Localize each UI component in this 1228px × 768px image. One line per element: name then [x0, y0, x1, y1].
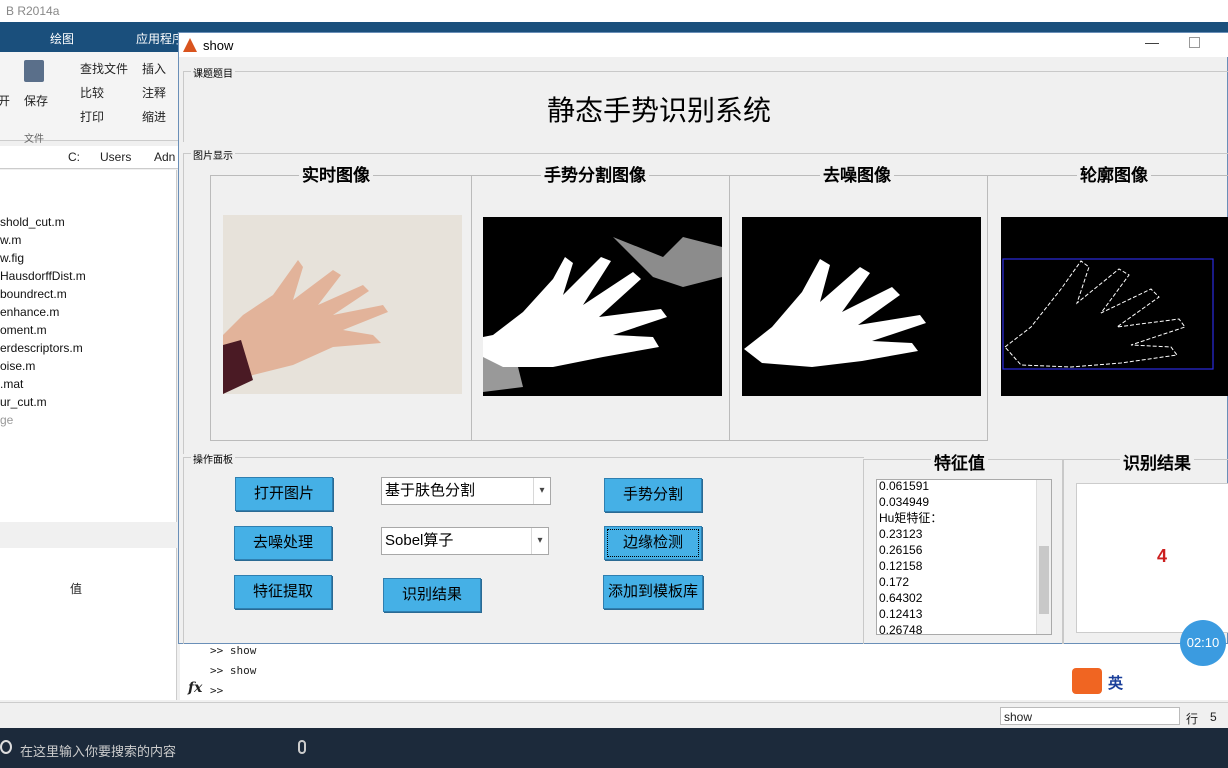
feature-value: Hu矩特征： — [879, 511, 943, 525]
insert-button[interactable]: 插入 — [142, 60, 166, 77]
features-header: 特征值 — [931, 449, 988, 474]
windows-taskbar: 在这里输入你要搜索的内容 — [0, 728, 1228, 768]
maximize-icon[interactable] — [1189, 37, 1200, 48]
file-list-item[interactable]: shold_cut.m — [0, 215, 65, 229]
file-list-item[interactable]: enhance.m — [0, 305, 59, 319]
features-listbox[interactable]: 0.061591 0.034949 Hu矩特征： 0.23123 0.26156 0.12… — [876, 479, 1052, 635]
status-bar: show 行 5 — [0, 702, 1228, 729]
app-title: 静态手势识别系统 — [546, 94, 771, 127]
denoise-button[interactable]: 去噪处理 — [234, 526, 332, 560]
sogou-ime-icon[interactable] — [1072, 668, 1102, 694]
open-button[interactable]: 开 — [0, 92, 10, 109]
current-folder-panel: shold_cut.m w.m w.fig HausdorffDist.m boundr… — [0, 170, 177, 522]
feature-value: 0.172 — [879, 575, 910, 589]
segmented-hand-image — [483, 217, 722, 396]
path-segment[interactable]: C: — [68, 150, 80, 164]
ribbon: 开 保存 查找文件 比较 打印 插入 注释 缩进 文件 — [0, 52, 180, 145]
segmentation-method-select[interactable]: 基于肤色分割 ▾ — [381, 477, 551, 505]
feature-value: 0.061591 — [879, 479, 930, 493]
feature-value: 0.26156 — [879, 543, 923, 557]
search-icon — [0, 740, 12, 754]
file-list-item[interactable]: ge — [0, 413, 13, 427]
path-bar[interactable]: C: Users Adn — [0, 146, 180, 169]
chevron-down-icon: ▾ — [531, 528, 548, 554]
title-group-label: 课题题目 — [191, 65, 235, 80]
workspace-value-header: 值 — [70, 582, 83, 596]
file-list-item[interactable]: HausdorffDist.m — [0, 269, 86, 283]
save-button[interactable]: 保存 — [24, 92, 48, 109]
contour-image-header: 轮廓图像 — [1077, 161, 1151, 186]
file-list-item[interactable]: erdescriptors.m — [0, 341, 83, 355]
indent-button[interactable]: 缩进 — [142, 108, 166, 125]
file-group-label: 文件 — [24, 134, 44, 145]
comment-button[interactable]: 注释 — [142, 84, 166, 101]
gesture-segment-button[interactable]: 手势分割 — [604, 478, 702, 512]
matlab-logo-icon — [183, 38, 197, 52]
chevron-down-icon: ▾ — [533, 478, 550, 504]
realtime-hand-image — [223, 215, 462, 394]
command-history-line: >> show — [210, 644, 257, 657]
result-header: 识别结果 — [1120, 449, 1194, 474]
denoised-hand-image — [742, 217, 981, 396]
denoised-image-header: 去噪图像 — [820, 161, 894, 186]
tab-apps[interactable]: 应用程序 — [136, 30, 184, 47]
figure-title-bar: show — — [179, 33, 1228, 57]
matlab-title: B R2014a — [6, 4, 60, 18]
taskbar-search-input[interactable]: 在这里输入你要搜索的内容 — [20, 741, 176, 760]
realtime-image-header: 实时图像 — [299, 161, 373, 186]
status-row-label: 行 — [1186, 712, 1199, 726]
ime-language-label[interactable]: 英 — [1108, 672, 1123, 693]
edge-operator-select[interactable]: Sobel算子 ▾ — [381, 527, 549, 555]
recognize-result-button[interactable]: 识别结果 — [383, 578, 481, 612]
feature-value: 0.26748 — [879, 623, 923, 635]
file-list-item[interactable]: ur_cut.m — [0, 395, 47, 409]
edge-detect-button[interactable]: 边缘检测 — [604, 526, 702, 560]
file-list-item[interactable]: oise.m — [0, 359, 35, 373]
command-prompt[interactable]: >> — [210, 684, 223, 697]
save-icon — [24, 60, 44, 82]
segmented-image-header: 手势分割图像 — [541, 161, 649, 186]
open-image-button[interactable]: 打开图片 — [235, 477, 333, 511]
operations-group-label: 操作面板 — [191, 451, 235, 466]
segmentation-method-value: 基于肤色分割 — [385, 482, 476, 499]
result-value: 4 — [1157, 546, 1168, 566]
path-segment[interactable]: Adn — [154, 150, 175, 164]
workspace-panel: 值 — [0, 548, 177, 700]
feature-extract-button[interactable]: 特征提取 — [234, 575, 332, 609]
file-list-item[interactable]: oment.m — [0, 323, 47, 337]
result-display: 4 — [1076, 483, 1228, 633]
feature-value: 0.12158 — [879, 559, 923, 573]
feature-value: 0.64302 — [879, 591, 923, 605]
compare-button[interactable]: 比较 — [80, 84, 104, 101]
figure-window-title: show — [203, 38, 234, 53]
microphone-icon[interactable] — [298, 740, 306, 754]
feature-value: 0.23123 — [879, 527, 923, 541]
file-list-item[interactable]: boundrect.m — [0, 287, 67, 301]
command-window[interactable]: >> show >> show fx >> — [180, 642, 1228, 700]
status-row-number: 5 — [1210, 710, 1217, 724]
timer-badge[interactable]: 02:10 — [1180, 620, 1226, 666]
images-group-label: 图片显示 — [191, 147, 235, 162]
minimize-icon[interactable]: — — [1145, 34, 1159, 50]
feature-value: 0.12413 — [879, 607, 923, 621]
features-scrollbar[interactable] — [1036, 480, 1051, 634]
file-list-item[interactable]: w.m — [0, 233, 21, 247]
tab-plots[interactable]: 绘图 — [50, 30, 74, 47]
figure-window: show — 课题题目 静态手势识别系统 图片显示 实时图像 手势分割图像 去噪… — [178, 32, 1228, 644]
status-function: show — [1004, 710, 1033, 724]
file-list-item[interactable]: w.fig — [0, 251, 24, 265]
add-to-template-button[interactable]: 添加到模板库 — [603, 575, 703, 609]
edge-operator-value: Sobel算子 — [385, 532, 454, 549]
find-files-button[interactable]: 查找文件 — [80, 60, 128, 77]
path-segment[interactable]: Users — [100, 150, 131, 164]
fx-icon: fx — [188, 680, 203, 696]
command-history-line: >> show — [210, 664, 257, 677]
contour-hand-image — [1001, 217, 1228, 396]
feature-value: 0.034949 — [879, 495, 930, 509]
print-button[interactable]: 打印 — [80, 108, 104, 125]
file-list-item[interactable]: .mat — [0, 377, 23, 391]
matlab-title-bar: B R2014a — [0, 0, 1228, 23]
